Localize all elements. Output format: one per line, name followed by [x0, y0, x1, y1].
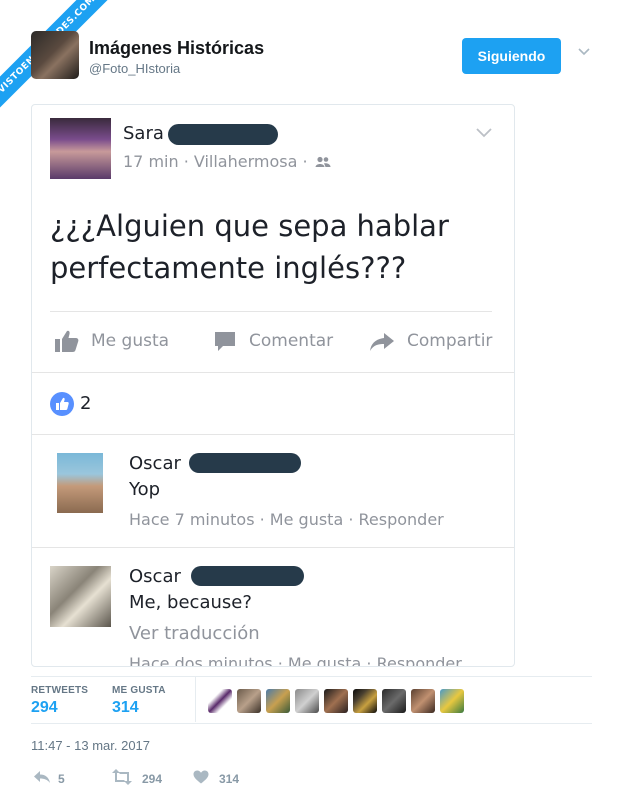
redaction-bar — [168, 124, 278, 145]
chevron-down-icon — [476, 128, 492, 138]
share-icon — [370, 333, 394, 351]
post-author: Sara — [123, 123, 164, 144]
liker-avatar[interactable] — [440, 689, 464, 713]
retweets-count[interactable]: 294 — [31, 699, 58, 717]
likes-label[interactable]: ME GUSTA — [112, 685, 166, 696]
divider — [31, 723, 592, 724]
liker-avatar[interactable] — [237, 689, 261, 713]
divider — [195, 677, 196, 722]
thumbs-up-icon — [55, 330, 79, 352]
comment-meta: Hace dos minutos · Me gusta · Responder — [129, 654, 462, 667]
liker-avatar[interactable] — [411, 689, 435, 713]
profile-name[interactable]: Imágenes Históricas — [89, 38, 264, 59]
liker-avatar[interactable] — [353, 689, 377, 713]
translate-link: Ver traducción — [129, 623, 260, 644]
following-button[interactable]: Siguiendo — [462, 38, 561, 74]
liker-avatar[interactable] — [208, 689, 232, 713]
comment-author: Oscar — [129, 453, 181, 474]
liker-avatar[interactable] — [295, 689, 319, 713]
divider — [32, 547, 514, 548]
reply-icon[interactable] — [33, 770, 51, 784]
comment-meta: Hace 7 minutos · Me gusta · Responder — [129, 510, 444, 529]
divider — [32, 372, 514, 373]
like-count-action[interactable]: 314 — [219, 772, 239, 786]
commenter-avatar — [57, 453, 103, 513]
reply-count[interactable]: 5 — [58, 772, 65, 786]
comment-label: Comentar — [249, 331, 334, 351]
post-meta-text: 17 min · Villahermosa · — [123, 152, 308, 171]
redaction-bar — [189, 453, 301, 473]
liker-avatar[interactable] — [382, 689, 406, 713]
profile-avatar[interactable] — [31, 31, 79, 79]
like-reaction-icon — [50, 392, 74, 416]
divider — [32, 434, 514, 435]
author-avatar — [50, 118, 111, 179]
like-label: Me gusta — [91, 331, 170, 351]
comment-author: Oscar — [129, 566, 181, 587]
comment-icon — [215, 332, 235, 351]
embedded-post-image[interactable]: Sara 17 min · Villahermosa · ¿¿¿Alguien … — [31, 104, 515, 667]
liker-avatar[interactable] — [266, 689, 290, 713]
chevron-down-icon[interactable] — [578, 46, 590, 58]
divider — [50, 311, 492, 312]
friends-icon — [315, 156, 331, 167]
redaction-bar — [191, 566, 304, 586]
likes-count[interactable]: 314 — [112, 699, 139, 717]
retweets-label[interactable]: RETWEETS — [31, 685, 88, 696]
share-label: Compartir — [407, 331, 493, 351]
thumbs-up-icon — [56, 397, 69, 410]
divider — [31, 676, 592, 677]
profile-handle[interactable]: @Foto_HIstoria — [89, 61, 180, 76]
like-count: 2 — [80, 393, 92, 414]
heart-icon[interactable] — [193, 770, 209, 784]
post-meta: 17 min · Villahermosa · — [123, 152, 331, 171]
post-text: ¿¿¿Alguien que sepa hablar perfectamente… — [50, 209, 449, 285]
commenter-avatar — [50, 566, 111, 627]
comment-text: Yop — [129, 479, 161, 500]
retweet-icon[interactable] — [111, 769, 133, 785]
liker-avatar[interactable] — [324, 689, 348, 713]
tweet-timestamp[interactable]: 11:47 - 13 mar. 2017 — [31, 738, 150, 753]
retweet-count[interactable]: 294 — [142, 772, 162, 786]
comment-text: Me, because? — [129, 592, 252, 613]
